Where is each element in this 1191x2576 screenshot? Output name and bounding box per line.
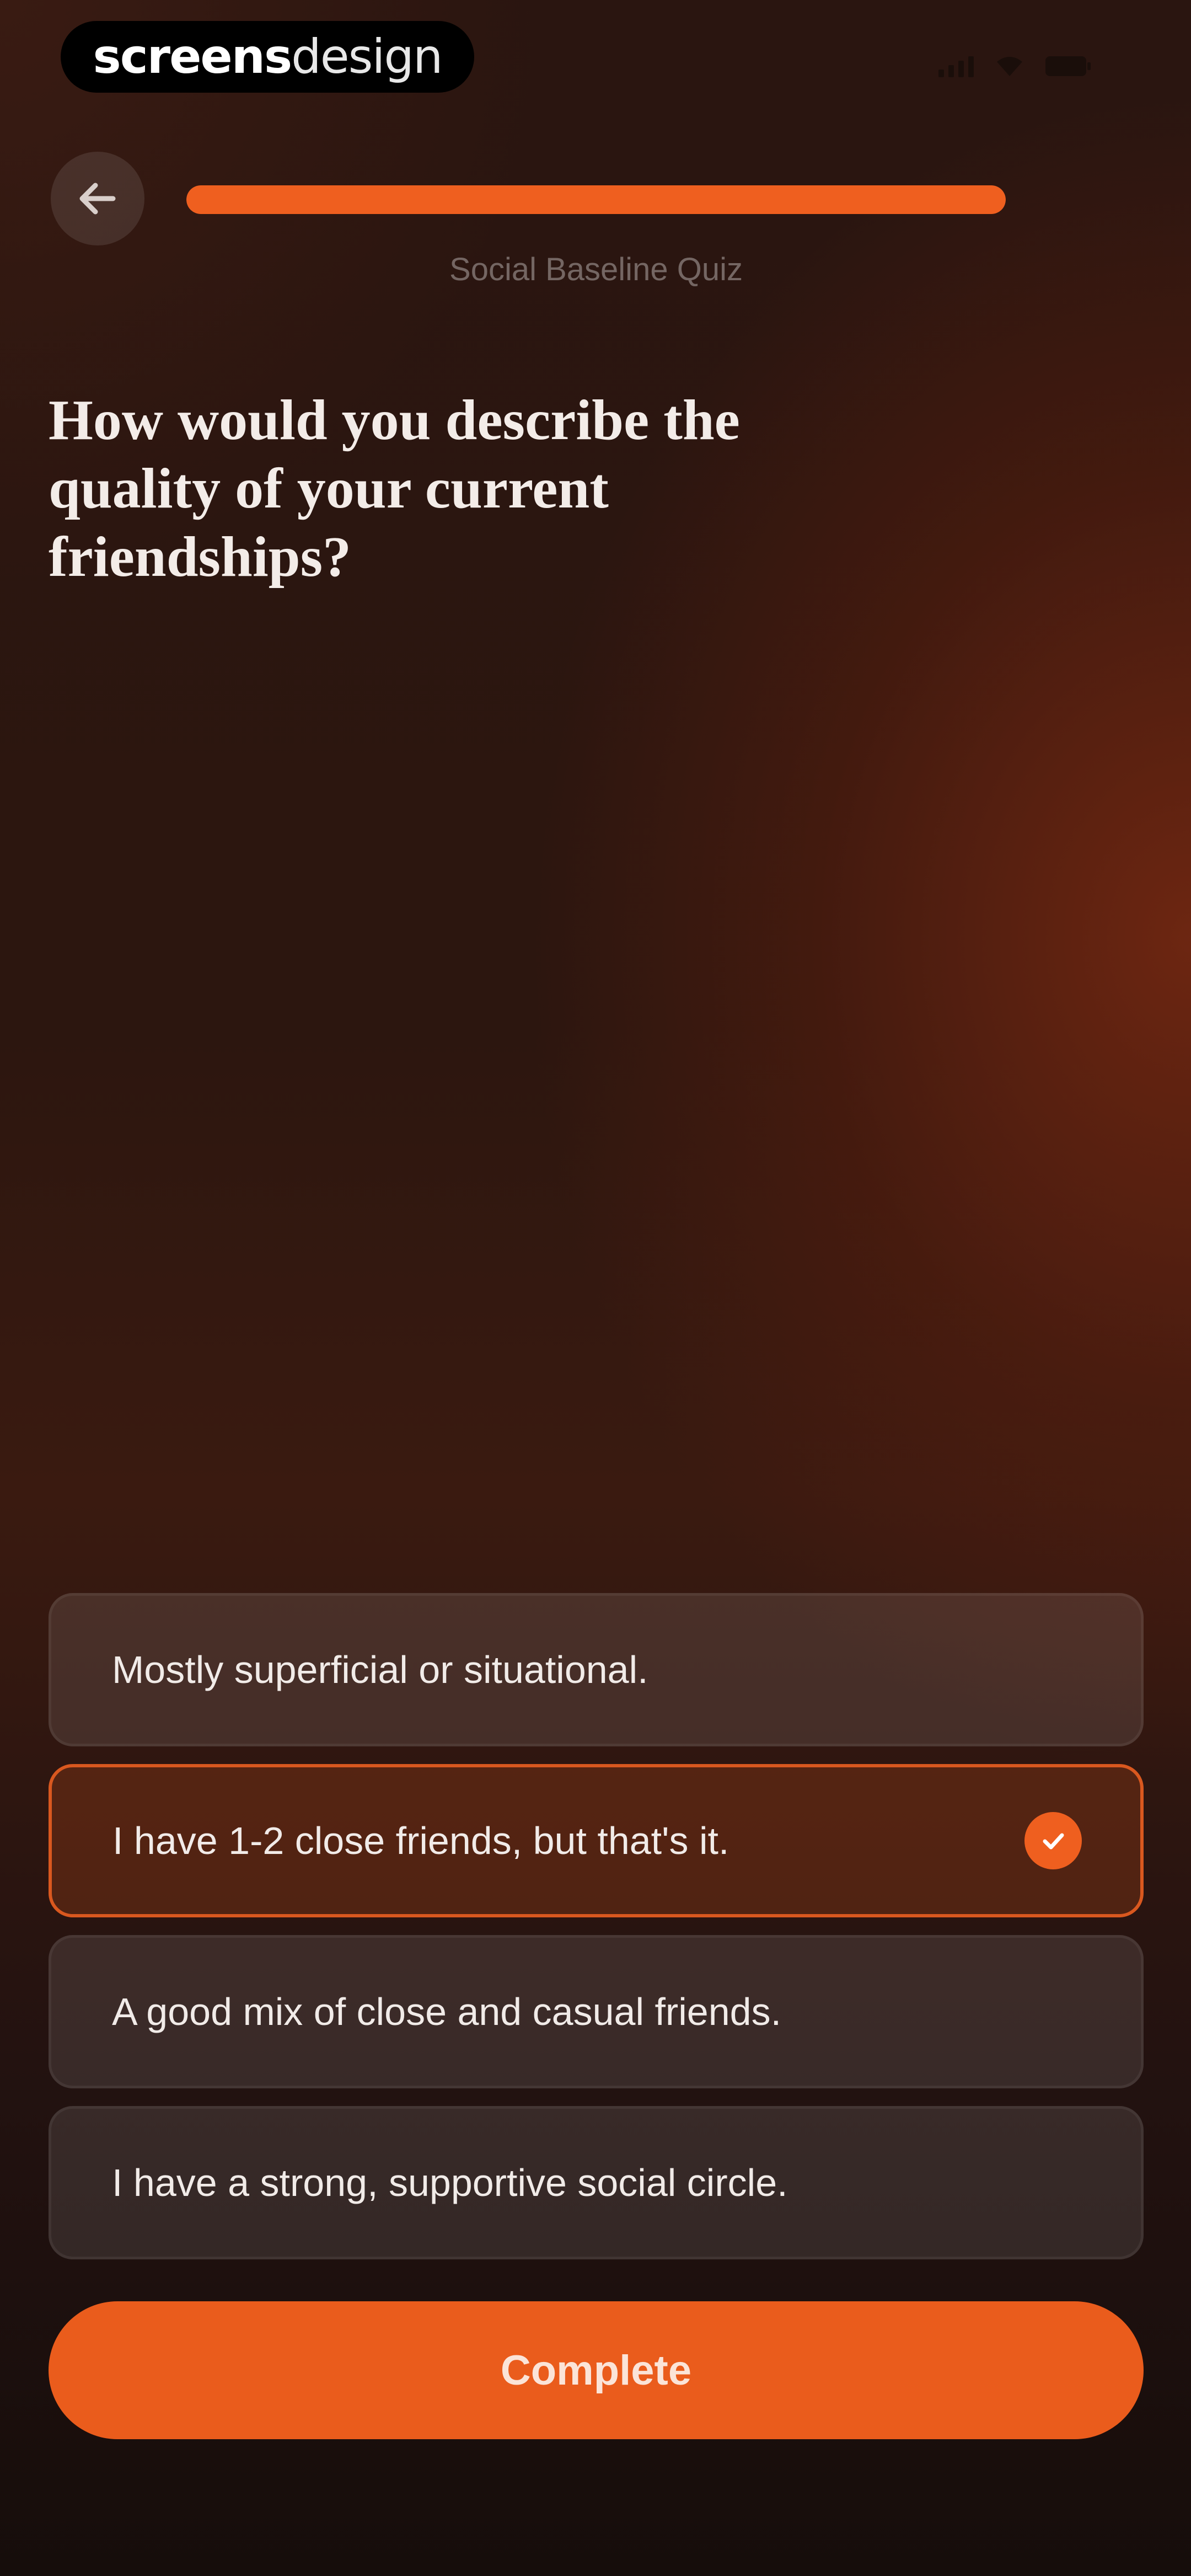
- quiz-title: Social Baseline Quiz: [449, 252, 743, 287]
- question-text: How would you describe the quality of yo…: [49, 388, 740, 589]
- progress-bar: [186, 185, 1006, 214]
- battery-icon: [1045, 54, 1092, 78]
- option-one-two-close-friends[interactable]: I have 1-2 close friends, but that's it.: [49, 1764, 1144, 1917]
- status-bar: screens design: [0, 0, 1191, 121]
- complete-button[interactable]: Complete: [49, 2301, 1144, 2439]
- quiz-screen: screens design Social Baseline Quiz How …: [0, 0, 1191, 2576]
- option-label: A good mix of close and casual friends.: [112, 1990, 782, 2033]
- brand-logo-bold: screens: [93, 29, 293, 84]
- brand-logo-light: design: [291, 29, 443, 84]
- option-good-mix[interactable]: A good mix of close and casual friends.: [49, 1935, 1144, 2088]
- arrow-left-icon: [79, 183, 116, 215]
- status-icons: [938, 54, 1092, 78]
- option-label: I have a strong, supportive social circl…: [112, 2161, 788, 2204]
- progress-bar-fill: [186, 185, 1006, 214]
- option-label: Mostly superficial or situational.: [112, 1648, 648, 1691]
- wifi-icon: [995, 55, 1024, 77]
- option-label: I have 1-2 close friends, but that's it.: [112, 1819, 729, 1862]
- back-button[interactable]: [51, 152, 144, 245]
- option-mostly-superficial[interactable]: Mostly superficial or situational.: [49, 1593, 1144, 1746]
- option-strong-circle[interactable]: I have a strong, supportive social circl…: [49, 2106, 1144, 2259]
- signal-icon: [938, 55, 974, 77]
- check-icon: [1024, 1812, 1082, 1869]
- answer-options: Mostly superficial or situational. I hav…: [49, 1593, 1144, 2277]
- brand-logo: screens design: [61, 21, 474, 93]
